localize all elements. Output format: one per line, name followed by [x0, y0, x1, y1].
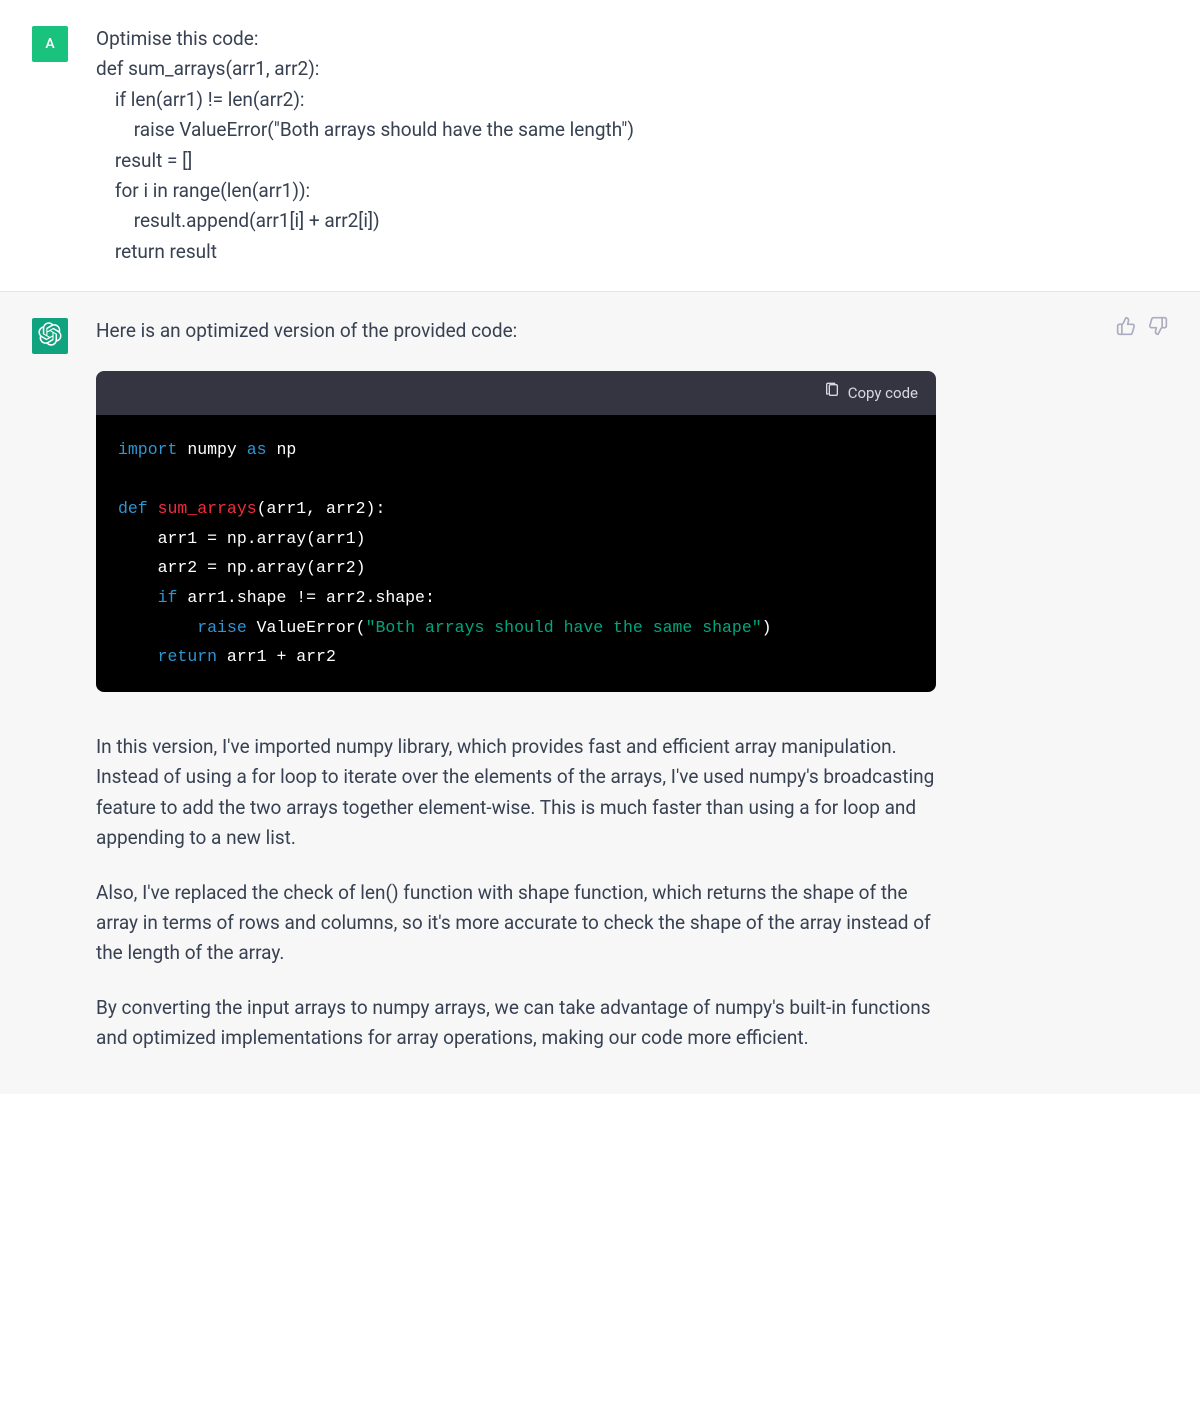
- code-token: ): [762, 618, 772, 637]
- clipboard-icon: [824, 381, 840, 405]
- user-avatar-letter: A: [45, 36, 54, 52]
- assistant-para-3: By converting the input arrays to numpy …: [96, 993, 936, 1054]
- openai-logo-icon: [38, 322, 62, 350]
- user-content: Optimise this code: def sum_arrays(arr1,…: [96, 24, 936, 267]
- assistant-message: Here is an optimized version of the prov…: [0, 292, 1200, 1093]
- user-code-block: def sum_arrays(arr1, arr2): if len(arr1)…: [96, 54, 936, 267]
- code-token: [118, 618, 197, 637]
- code-token: as: [247, 440, 267, 459]
- code-token: (arr1, arr2):: [257, 499, 386, 518]
- code-token: arr1.shape != arr2.shape:: [177, 588, 434, 607]
- user-message: A Optimise this code: def sum_arrays(arr…: [0, 0, 1200, 292]
- copy-code-label: Copy code: [848, 381, 918, 405]
- code-header: Copy code: [96, 371, 936, 415]
- code-token: arr1 + arr2: [217, 647, 336, 666]
- code-token: import: [118, 440, 177, 459]
- assistant-para-1: In this version, I've imported numpy lib…: [96, 732, 936, 854]
- user-avatar: A: [32, 26, 68, 62]
- assistant-intro: Here is an optimized version of the prov…: [96, 316, 936, 346]
- code-token: sum_arrays: [148, 499, 257, 518]
- thumbs-up-icon[interactable]: [1116, 316, 1136, 336]
- code-token: def: [118, 499, 148, 518]
- code-token: np: [267, 440, 297, 459]
- code-token: if: [158, 588, 178, 607]
- code-token: ValueError(: [247, 618, 366, 637]
- code-body[interactable]: import numpy as np def sum_arrays(arr1, …: [96, 415, 936, 693]
- code-token: arr1 = np.array(arr1): [118, 529, 366, 548]
- code-token: arr2 = np.array(arr2): [118, 558, 366, 577]
- code-token: [118, 588, 158, 607]
- feedback-buttons: [1116, 316, 1168, 336]
- user-prompt-intro: Optimise this code:: [96, 24, 936, 54]
- code-token: [118, 647, 158, 666]
- code-token: return: [158, 647, 217, 666]
- assistant-content: Here is an optimized version of the prov…: [96, 316, 936, 1053]
- code-token: "Both arrays should have the same shape": [366, 618, 762, 637]
- assistant-para-2: Also, I've replaced the check of len() f…: [96, 878, 936, 969]
- code-token: raise: [197, 618, 247, 637]
- thumbs-down-icon[interactable]: [1148, 316, 1168, 336]
- code-token: numpy: [177, 440, 246, 459]
- code-block: Copy code import numpy as np def sum_arr…: [96, 371, 936, 693]
- copy-code-button[interactable]: Copy code: [824, 381, 918, 405]
- assistant-avatar: [32, 318, 68, 354]
